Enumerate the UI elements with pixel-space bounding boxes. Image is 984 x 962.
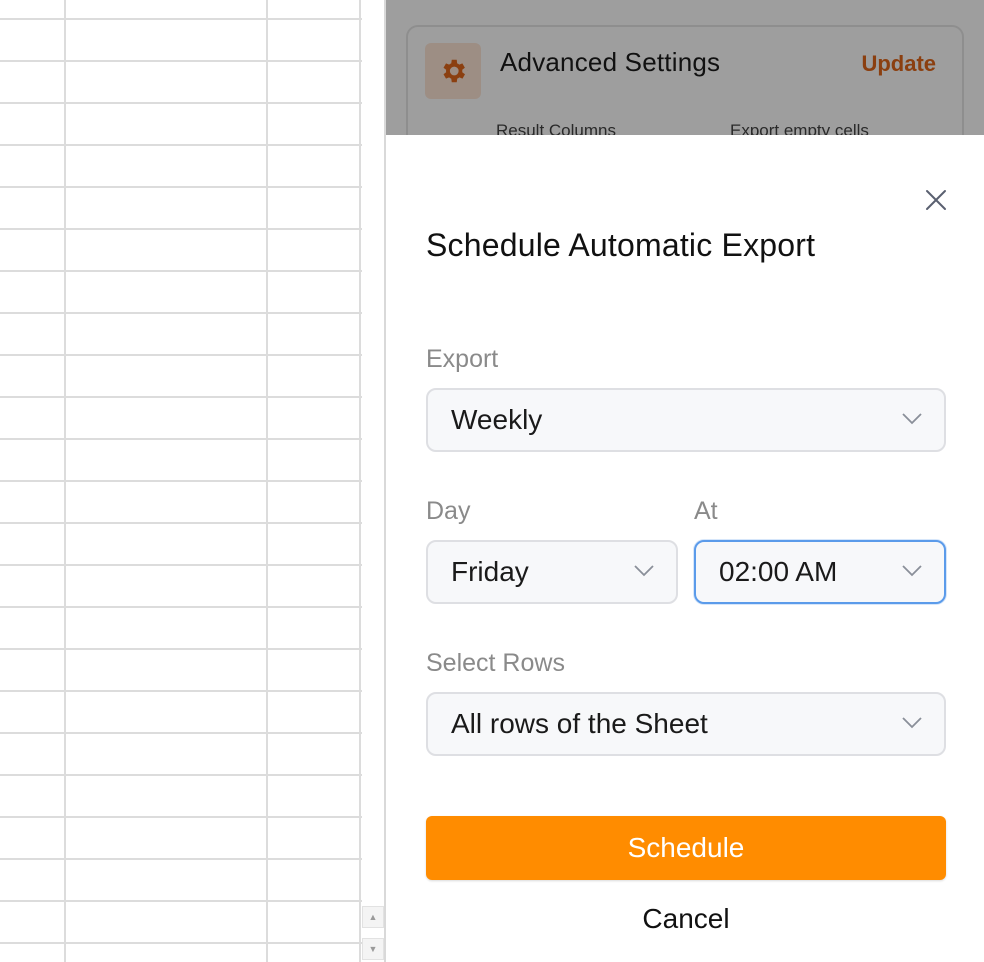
background-panel: Advanced Settings Update Result Columns … — [386, 0, 984, 135]
cancel-button[interactable]: Cancel — [426, 899, 946, 939]
rows-value: All rows of the Sheet — [451, 708, 708, 739]
chevron-down-icon — [902, 565, 922, 577]
close-icon — [926, 190, 946, 210]
time-value: 02:00 AM — [719, 556, 838, 587]
scroll-up-button[interactable]: ▲ — [362, 906, 384, 928]
modal-backdrop[interactable] — [386, 0, 984, 135]
scroll-up-icon: ▲ — [368, 912, 378, 922]
chevron-down-icon — [902, 717, 922, 729]
modal-title: Schedule Automatic Export — [426, 227, 816, 263]
export-frequency-select[interactable]: Weekly — [426, 388, 946, 452]
schedule-button[interactable]: Schedule — [426, 816, 946, 880]
at-label: At — [694, 497, 718, 525]
chevron-down-icon — [902, 413, 922, 425]
day-label: Day — [426, 497, 471, 525]
scroll-down-button[interactable]: ▼ — [362, 938, 384, 960]
select-rows-label: Select Rows — [426, 649, 565, 677]
chevron-down-icon — [634, 565, 654, 577]
time-select[interactable]: 02:00 AM — [694, 540, 946, 604]
spreadsheet-grid[interactable] — [0, 0, 362, 962]
scroll-down-icon: ▼ — [368, 944, 378, 954]
vertical-scrollbar[interactable] — [362, 0, 384, 962]
schedule-export-modal: Schedule Automatic Export Export Weekly … — [386, 135, 984, 962]
close-button[interactable] — [922, 186, 950, 214]
day-select[interactable]: Friday — [426, 540, 678, 604]
export-label: Export — [426, 345, 499, 373]
export-frequency-value: Weekly — [451, 404, 543, 435]
day-value: Friday — [451, 556, 529, 587]
rows-select[interactable]: All rows of the Sheet — [426, 692, 946, 756]
